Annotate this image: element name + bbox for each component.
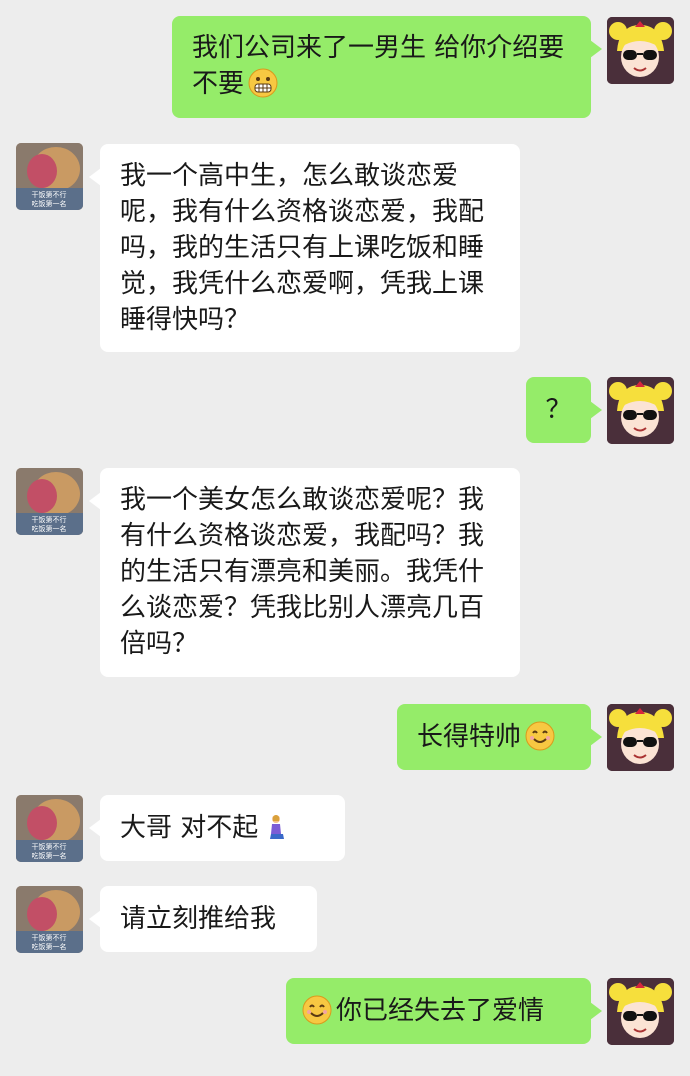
- dog-photo-avatar-icon: 干饭第不行 吃饭第一名: [16, 886, 83, 953]
- message-text: 长得特帅: [417, 722, 522, 752]
- my-avatar[interactable]: [607, 704, 674, 771]
- svg-text:吃饭第一名: 吃饭第一名: [32, 524, 67, 533]
- message-text: 你已经失去了爱情: [336, 996, 545, 1026]
- svg-text:吃饭第一名: 吃饭第一名: [32, 851, 67, 860]
- friend-avatar[interactable]: 干饭第不行 吃饭第一名: [16, 886, 83, 953]
- sailor-cartoon-avatar-icon: [607, 377, 674, 444]
- my-avatar[interactable]: [607, 377, 674, 444]
- svg-text:吃饭第一名: 吃饭第一名: [32, 199, 67, 208]
- friend-avatar[interactable]: 干饭第不行 吃饭第一名: [16, 795, 83, 862]
- smiling-emoji-icon: [302, 995, 332, 1025]
- message-text: 大哥 对不起: [120, 813, 259, 843]
- message-bubble[interactable]: 请立刻推给我: [89, 886, 317, 952]
- message-bubble[interactable]: 我一个高中生，怎么敢谈恋爱呢，我有什么资格谈恋爱，我配吗，我的生活只有上课吃饭和…: [89, 144, 520, 352]
- svg-text:吃饭第一名: 吃饭第一名: [32, 942, 67, 951]
- svg-text:干饭第不行: 干饭第不行: [32, 190, 67, 199]
- dog-photo-avatar-icon: 干饭第不行 吃饭第一名: [16, 468, 83, 535]
- message-bubble[interactable]: 大哥 对不起: [89, 795, 345, 861]
- sailor-cartoon-avatar-icon: [607, 704, 674, 771]
- message-text: ？: [545, 395, 572, 425]
- dog-photo-avatar-icon: 干饭第不行 吃饭第一名: [16, 143, 83, 210]
- smiling-emoji-icon: [525, 721, 555, 751]
- svg-text:干饭第不行: 干饭第不行: [32, 515, 67, 524]
- message-text: 我一个高中生，怎么敢谈恋爱呢，我有什么资格谈恋爱，我配吗，我的生活只有上课吃饭和…: [120, 161, 485, 335]
- my-avatar[interactable]: [607, 978, 674, 1045]
- message-bubble[interactable]: 长得特帅: [397, 704, 602, 770]
- my-avatar[interactable]: [607, 17, 674, 84]
- sailor-cartoon-avatar-icon: [607, 17, 674, 84]
- message-bubble[interactable]: 我们公司来了一男生 给你介绍要不要: [172, 16, 602, 118]
- message-bubble[interactable]: 你已经失去了爱情: [286, 978, 602, 1044]
- message-text: 请立刻推给我: [120, 904, 277, 934]
- kneeling-person-emoji-icon: [270, 815, 285, 839]
- sailor-cartoon-avatar-icon: [607, 978, 674, 1045]
- svg-text:干饭第不行: 干饭第不行: [32, 842, 67, 851]
- friend-avatar[interactable]: 干饭第不行 吃饭第一名: [16, 143, 83, 210]
- friend-avatar[interactable]: 干饭第不行 吃饭第一名: [16, 468, 83, 535]
- message-bubble[interactable]: 我一个美女怎么敢谈恋爱呢？我有什么资格谈恋爱，我配吗？我的生活只有漂亮和美丽。我…: [89, 468, 520, 677]
- message-text: 我一个美女怎么敢谈恋爱呢？我有什么资格谈恋爱，我配吗？我的生活只有漂亮和美丽。我…: [120, 485, 485, 659]
- svg-text:干饭第不行: 干饭第不行: [32, 933, 67, 942]
- dog-photo-avatar-icon: 干饭第不行 吃饭第一名: [16, 795, 83, 862]
- message-bubble[interactable]: ？: [526, 377, 602, 443]
- grimacing-emoji-icon: [248, 68, 278, 98]
